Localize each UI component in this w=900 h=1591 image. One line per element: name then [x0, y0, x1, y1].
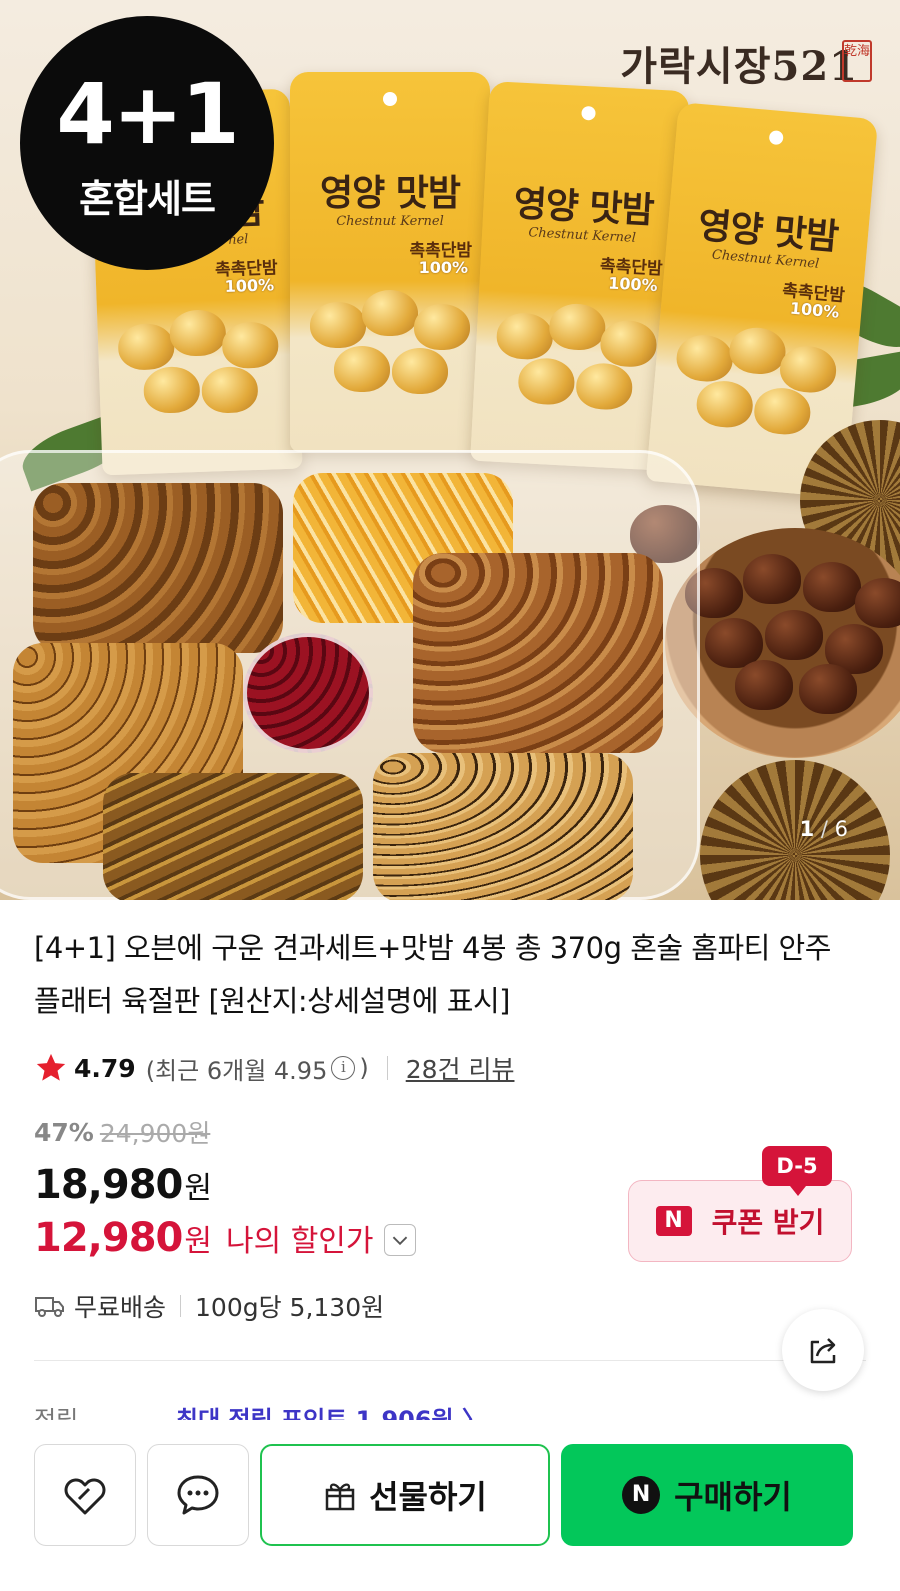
- section-divider: [34, 1360, 866, 1361]
- gift-icon: [325, 1483, 355, 1511]
- walnut-section: [33, 483, 283, 653]
- chestnut-pouch: 영양 맛밤 Chestnut Kernel 촉촉단밤 100%: [290, 72, 490, 452]
- rating-row: 4.79 (최근 6개월 4.95 i ) 28건 리뷰: [34, 1048, 514, 1088]
- bottom-action-bar: 선물하기 N 구매하기: [0, 1420, 900, 1591]
- brand-seal: 乾海: [842, 40, 872, 82]
- product-image-gallery[interactable]: 가락시장521 乾海 영양 맛밤 Chestnut Kernel 촉촉단밤 10…: [0, 0, 900, 900]
- sesame-snack-section: [103, 773, 363, 900]
- sale-price: 18,980 원: [34, 1162, 212, 1208]
- chestnut-bowl: [665, 528, 900, 758]
- recent-rating: (최근 6개월 4.95 i ): [145, 1054, 369, 1085]
- truck-icon: [35, 1297, 64, 1317]
- nut-tray: [0, 450, 700, 900]
- buy-button[interactable]: N 구매하기: [561, 1444, 853, 1546]
- divider: [180, 1295, 182, 1317]
- wishlist-button[interactable]: [34, 1444, 136, 1546]
- discount-rate: 47%: [34, 1117, 94, 1147]
- review-count-link[interactable]: 28건 리뷰: [406, 1050, 515, 1086]
- seed-section: [373, 753, 633, 900]
- unit-price: 100g당 5,130원: [195, 1293, 385, 1322]
- cranberry-section: [243, 633, 373, 753]
- coupon-button[interactable]: N 쿠폰 받기: [628, 1180, 852, 1262]
- my-discount-price[interactable]: 12,980 원 나의 할인가: [34, 1215, 416, 1261]
- star-icon: [36, 1053, 66, 1081]
- promo-badge: 4+1 혼합세트: [20, 16, 274, 270]
- image-counter: 1 / 6: [799, 817, 848, 841]
- share-icon: [810, 1338, 836, 1364]
- chestnut-burr: [700, 760, 890, 900]
- original-price: 24,900원: [99, 1119, 211, 1148]
- coupon-dday-badge: D-5: [762, 1146, 832, 1196]
- info-icon[interactable]: i: [331, 1056, 356, 1080]
- heart-icon: [64, 1478, 106, 1515]
- almond-section: [413, 553, 663, 753]
- shipping-fee: 무료배송: [74, 1293, 167, 1322]
- divider: [386, 1056, 388, 1080]
- naver-coupon-icon: N: [655, 1206, 692, 1236]
- talk-button[interactable]: [147, 1444, 249, 1546]
- product-title: [4+1] 오븐에 구운 견과세트+맛밤 4봉 총 370g 혼술 홈파티 안주…: [34, 931, 831, 1018]
- shipping-row: 무료배송 100g당 5,130원: [34, 1288, 384, 1324]
- original-price-row: 47% 24,900원: [34, 1114, 210, 1150]
- brand-logo: 가락시장521: [620, 43, 858, 90]
- chat-bubble-icon: [177, 1475, 219, 1515]
- share-button[interactable]: [782, 1309, 864, 1391]
- gift-button[interactable]: 선물하기: [260, 1444, 550, 1546]
- chevron-down-icon[interactable]: [383, 1224, 416, 1256]
- rating-value: 4.79: [74, 1053, 136, 1083]
- naver-pay-icon: N: [622, 1476, 661, 1514]
